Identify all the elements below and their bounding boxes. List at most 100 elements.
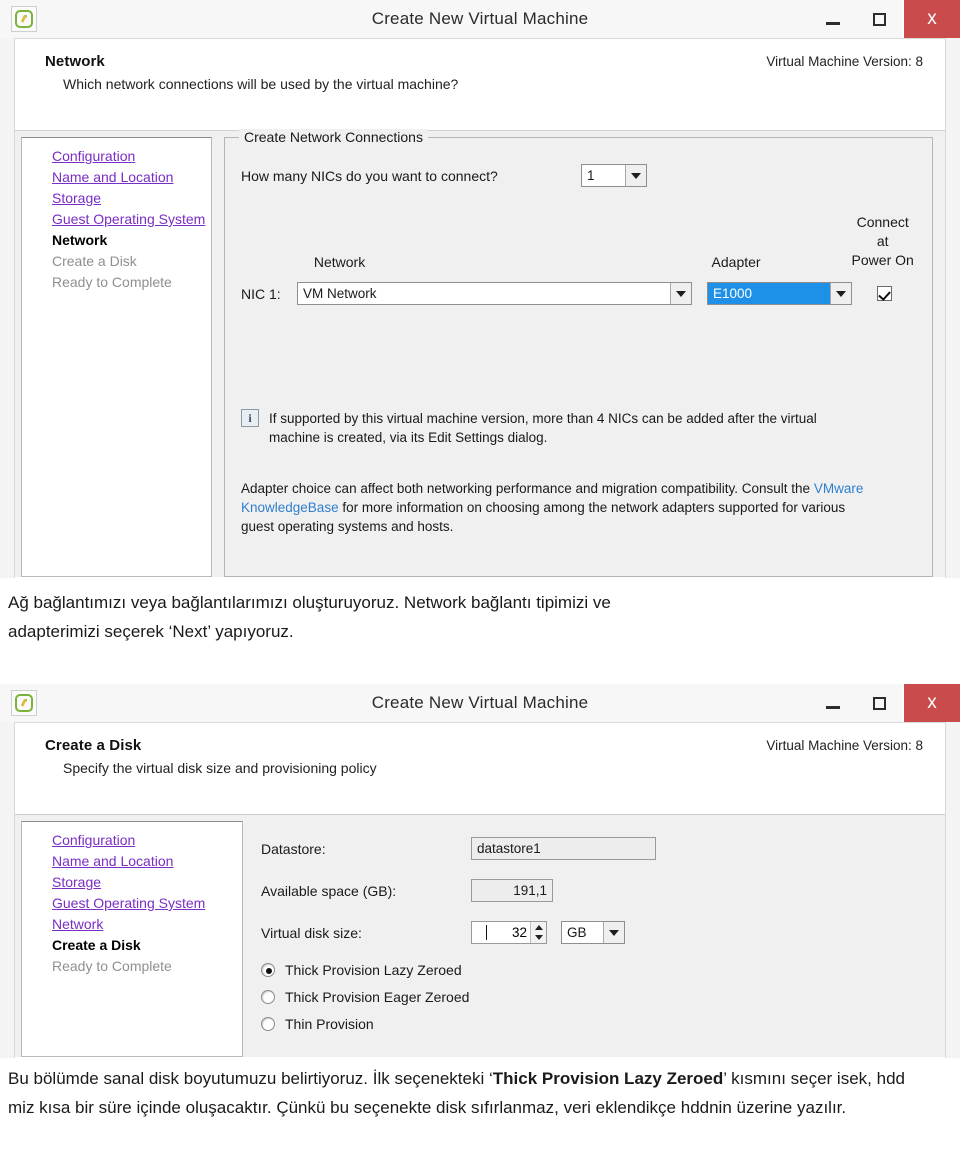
disk-size-unit-dropdown[interactable]: GB bbox=[561, 921, 625, 944]
create-new-vm-dialog-network: Create New Virtual Machine x Network Whi… bbox=[0, 0, 960, 578]
nic-1-network-dropdown[interactable]: VM Network bbox=[297, 282, 692, 305]
sidebar-item-storage[interactable]: Storage bbox=[52, 188, 211, 209]
datastore-label: Datastore: bbox=[261, 840, 326, 857]
chevron-down-icon bbox=[830, 283, 851, 304]
provision-label-thin: Thin Provision bbox=[285, 1016, 374, 1032]
nic-1-network-value: VM Network bbox=[298, 283, 670, 304]
caption-create-disk-step: Bu bölümde sanal disk boyutumuzu belirti… bbox=[0, 1064, 940, 1122]
dialog-body: Create a Disk Specify the virtual disk s… bbox=[14, 722, 946, 1058]
vm-version-label: Virtual Machine Version: 8 bbox=[766, 54, 923, 69]
caption2-seg2-bold: Thick Provision Lazy Zeroed bbox=[492, 1069, 724, 1088]
close-button[interactable]: x bbox=[902, 684, 960, 722]
nic-count-value: 1 bbox=[582, 165, 625, 186]
nic-count-row: How many NICs do you want to connect? 1 bbox=[241, 164, 916, 187]
adapter-note-part1: Adapter choice can affect both networkin… bbox=[241, 481, 814, 496]
radio-thin-provision[interactable] bbox=[261, 1017, 275, 1031]
sidebar-item-network[interactable]: Network bbox=[52, 914, 242, 935]
nic-1-adapter-value: E1000 bbox=[708, 283, 830, 304]
maximize-button[interactable] bbox=[856, 0, 902, 38]
titlebar: Create New Virtual Machine x bbox=[0, 0, 960, 38]
sidebar-item-create-a-disk[interactable]: Create a Disk bbox=[52, 935, 242, 956]
provision-option-thin[interactable]: Thin Provision bbox=[261, 1016, 945, 1032]
virtual-disk-size-row: Virtual disk size: 32 GB bbox=[261, 921, 945, 944]
datastore-value: datastore1 bbox=[471, 837, 656, 860]
available-space-value: 191,1 bbox=[471, 879, 553, 902]
window-controls: x bbox=[810, 0, 960, 38]
wizard-steps-sidebar: Configuration Name and Location Storage … bbox=[21, 137, 212, 577]
provision-option-eager-zeroed[interactable]: Thick Provision Eager Zeroed bbox=[261, 989, 945, 1005]
caption2-seg1: Bu bölümde sanal disk boyutumuzu belirti… bbox=[8, 1069, 493, 1088]
nic-count-dropdown[interactable]: 1 bbox=[581, 164, 647, 187]
radio-thick-provision-lazy-zeroed[interactable] bbox=[261, 963, 275, 977]
wizard-steps-sidebar: Configuration Name and Location Storage … bbox=[21, 821, 243, 1057]
dialog-content: Configuration Name and Location Storage … bbox=[15, 129, 945, 577]
sidebar-item-storage[interactable]: Storage bbox=[52, 872, 242, 893]
create-disk-pane: Datastore: datastore1 Available space (G… bbox=[243, 815, 945, 1057]
chevron-down-icon bbox=[670, 283, 691, 304]
virtual-disk-size-stepper[interactable]: 32 bbox=[471, 921, 547, 944]
nic-1-label: NIC 1: bbox=[241, 285, 281, 302]
caption1-line2: adapterimizi seçerek ‘Next’ yapıyoruz. bbox=[8, 622, 294, 641]
column-header-connect-at-power-on: Connect at Power On bbox=[849, 213, 916, 270]
dialog-header: Network Which network connections will b… bbox=[15, 39, 945, 131]
page-subtitle: Specify the virtual disk size and provis… bbox=[63, 760, 377, 776]
connect-header-line2: Power On bbox=[851, 252, 914, 268]
radio-thick-provision-eager-zeroed[interactable] bbox=[261, 990, 275, 1004]
vm-version-label: Virtual Machine Version: 8 bbox=[766, 738, 923, 753]
column-headers-row: Network Adapter Connect at Power On bbox=[241, 213, 916, 270]
sidebar-item-network[interactable]: Network bbox=[52, 230, 211, 251]
page-root: Create New Virtual Machine x Network Whi… bbox=[0, 0, 960, 1156]
available-space-label: Available space (GB): bbox=[261, 882, 397, 899]
create-new-vm-dialog-create-a-disk: Create New Virtual Machine x Create a Di… bbox=[0, 684, 960, 1058]
dialog-content: Configuration Name and Location Storage … bbox=[15, 815, 945, 1057]
virtual-disk-size-value[interactable]: 32 bbox=[472, 922, 530, 943]
sidebar-item-guest-os[interactable]: Guest Operating System bbox=[52, 893, 242, 914]
caption-network-step: Ağ bağlantımızı veya bağlantılarımızı ol… bbox=[0, 588, 940, 646]
nic-1-connect-at-power-on-checkbox[interactable] bbox=[876, 286, 892, 301]
provision-option-lazy-zeroed[interactable]: Thick Provision Lazy Zeroed bbox=[261, 962, 945, 978]
sidebar-item-guest-os[interactable]: Guest Operating System bbox=[52, 209, 211, 230]
minimize-button[interactable] bbox=[810, 0, 856, 38]
provision-label-eager-zeroed: Thick Provision Eager Zeroed bbox=[285, 989, 470, 1005]
datastore-row: Datastore: datastore1 bbox=[261, 837, 945, 860]
nic-count-label: How many NICs do you want to connect? bbox=[241, 167, 498, 184]
stepper-up-icon[interactable] bbox=[531, 922, 546, 933]
window-controls: x bbox=[810, 684, 960, 722]
info-icon: i bbox=[241, 409, 259, 427]
disk-size-unit-value: GB bbox=[562, 922, 603, 943]
virtual-disk-size-number: 32 bbox=[511, 925, 527, 940]
page-subtitle: Which network connections will be used b… bbox=[63, 76, 459, 92]
nic-1-row: NIC 1: VM Network E1000 bbox=[241, 282, 916, 305]
close-button[interactable]: x bbox=[902, 0, 960, 38]
caption1-line1: Ağ bağlantımızı veya bağlantılarımızı ol… bbox=[8, 593, 611, 612]
group-legend: Create Network Connections bbox=[239, 129, 428, 145]
maximize-button[interactable] bbox=[856, 684, 902, 722]
dialog-header: Create a Disk Specify the virtual disk s… bbox=[15, 723, 945, 815]
sidebar-item-configuration[interactable]: Configuration bbox=[52, 146, 211, 167]
dialog-body: Network Which network connections will b… bbox=[14, 38, 946, 578]
nic-1-adapter-dropdown[interactable]: E1000 bbox=[707, 282, 852, 305]
stepper-buttons[interactable] bbox=[530, 922, 546, 943]
available-space-row: Available space (GB): 191,1 bbox=[261, 879, 945, 902]
nic-info-note: i If supported by this virtual machine v… bbox=[241, 409, 916, 447]
chevron-down-icon bbox=[625, 165, 646, 186]
titlebar: Create New Virtual Machine x bbox=[0, 684, 960, 722]
provision-label-lazy-zeroed: Thick Provision Lazy Zeroed bbox=[285, 962, 462, 978]
sidebar-item-name-location[interactable]: Name and Location bbox=[52, 851, 242, 872]
stepper-down-icon[interactable] bbox=[531, 933, 546, 944]
minimize-button[interactable] bbox=[810, 684, 856, 722]
sidebar-item-configuration[interactable]: Configuration bbox=[52, 830, 242, 851]
text-caret bbox=[486, 925, 487, 940]
sidebar-item-create-a-disk: Create a Disk bbox=[52, 253, 137, 269]
nic-info-text: If supported by this virtual machine ver… bbox=[269, 411, 817, 445]
column-header-adapter: Adapter bbox=[711, 254, 761, 270]
sidebar-item-ready-complete: Ready to Complete bbox=[52, 958, 172, 974]
vmware-app-icon bbox=[11, 690, 37, 716]
sidebar-item-ready-complete: Ready to Complete bbox=[52, 274, 172, 290]
chevron-down-icon bbox=[603, 922, 624, 943]
column-header-network: Network bbox=[313, 254, 366, 270]
sidebar-item-name-location[interactable]: Name and Location bbox=[52, 167, 211, 188]
connect-header-line1: Connect at bbox=[856, 214, 909, 249]
network-pane: Create Network Connections How many NICs… bbox=[224, 129, 933, 577]
adapter-note-paragraph: Adapter choice can affect both networkin… bbox=[241, 479, 873, 536]
